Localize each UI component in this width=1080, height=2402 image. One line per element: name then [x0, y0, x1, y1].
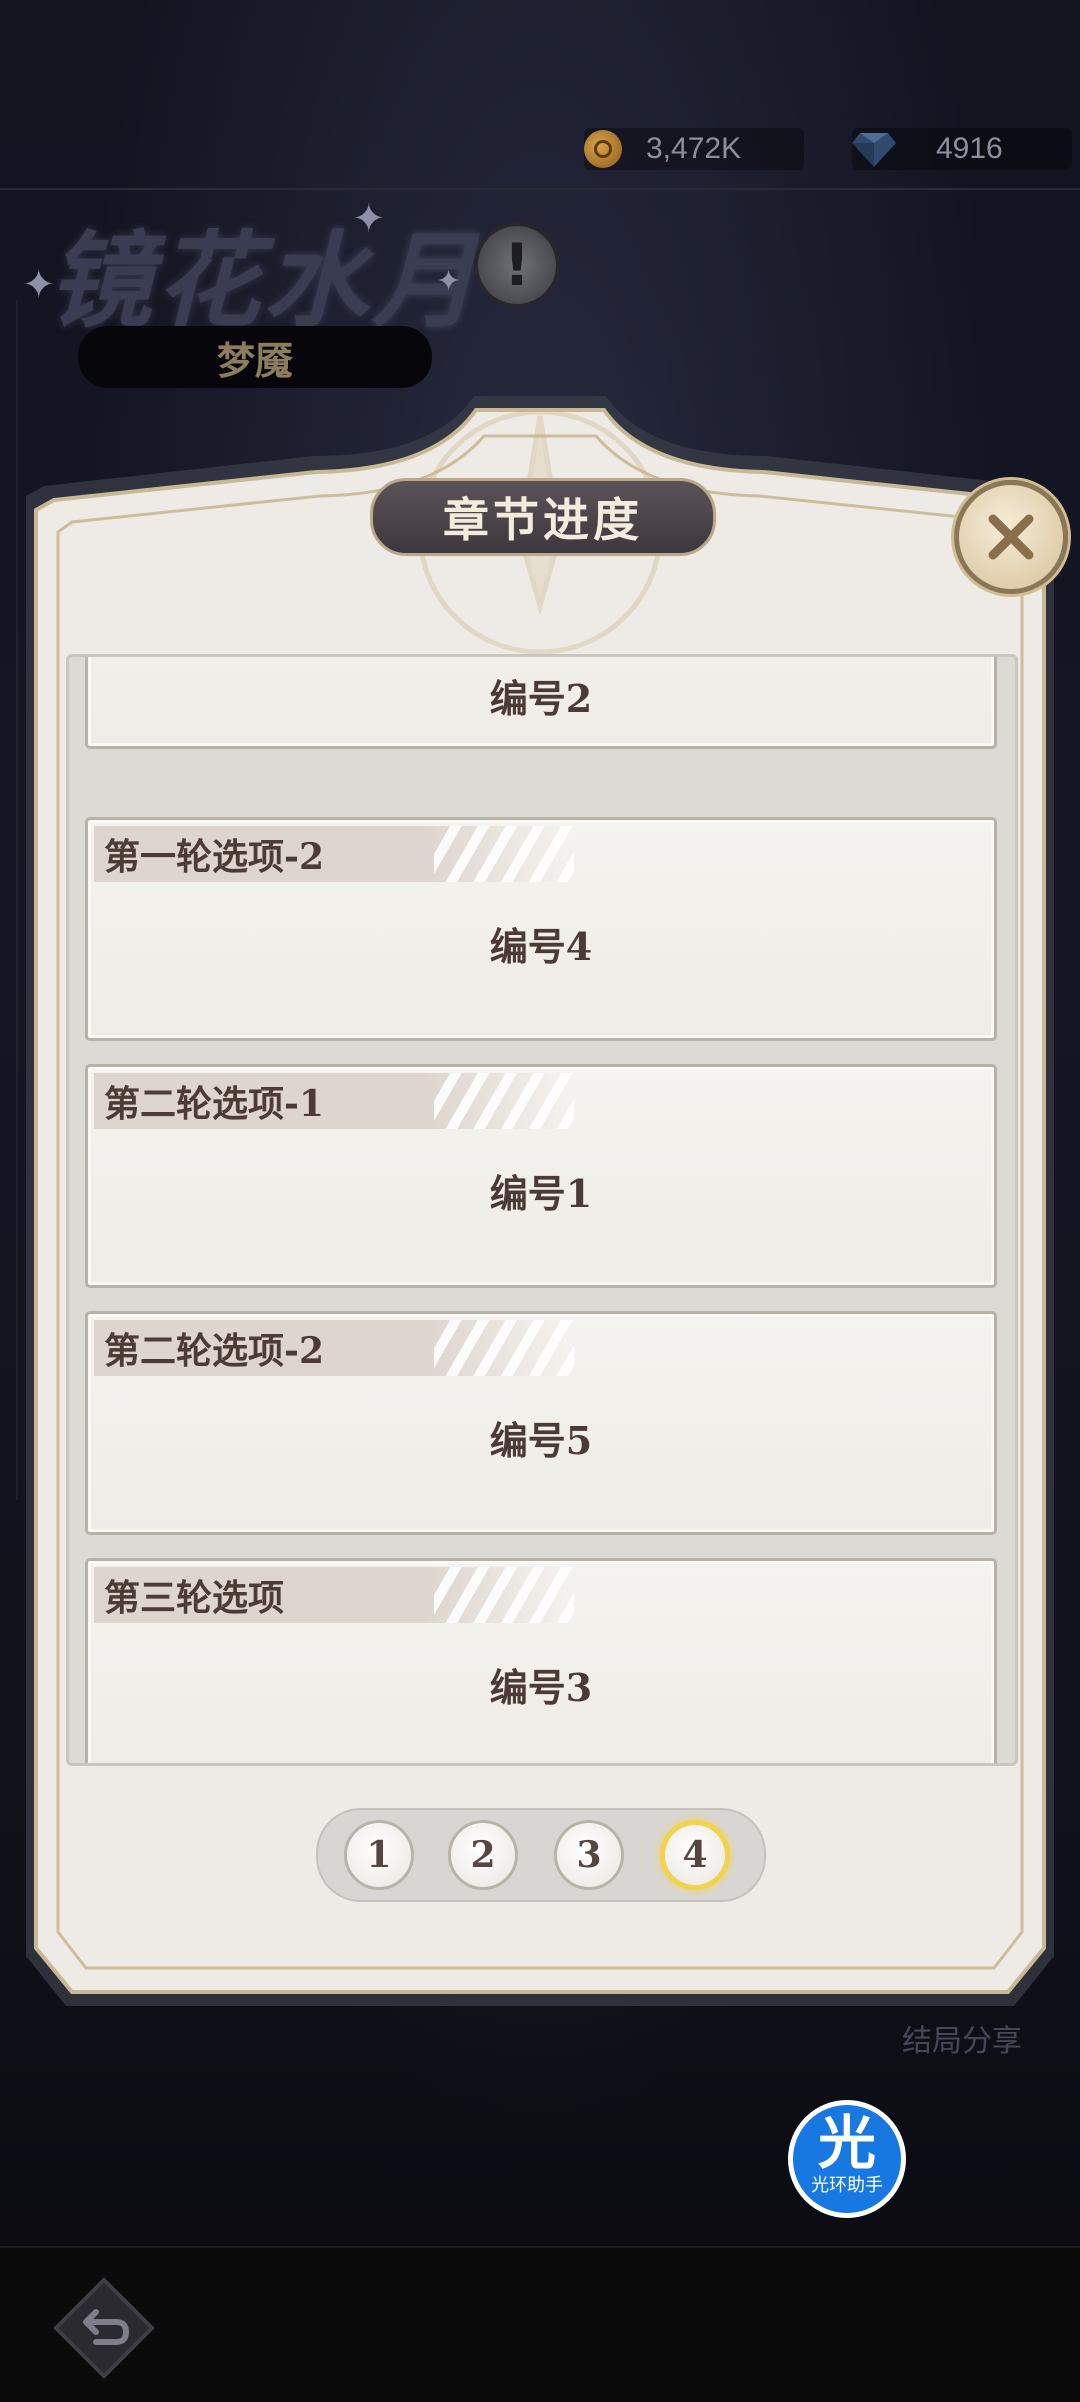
coin-counter[interactable]: 3,472K [584, 128, 804, 170]
sparkle-icon: ✦ [436, 264, 462, 299]
card-value: 编号3 [489, 1665, 593, 1710]
card-tag-label: 第一轮选项-2 [104, 836, 324, 878]
close-button[interactable] [954, 480, 1068, 594]
card-value: 编号5 [489, 1418, 593, 1463]
tag-stripes [434, 1073, 574, 1129]
list-item: 第三轮选项 编号3 [85, 1558, 997, 1763]
card-tag: 第三轮选项 [94, 1567, 574, 1623]
sparkle-icon: ✦ [22, 262, 56, 308]
tag-stripes [434, 1567, 574, 1623]
tag-stripes [434, 826, 574, 882]
card-tag-label: 第二轮选项-2 [104, 1330, 324, 1372]
card-tag-label: 第三轮选项 [104, 1577, 285, 1619]
assistant-icon-glyph: 光 [817, 2109, 876, 2177]
card-tag: 第一轮选项-2 [94, 826, 574, 882]
gold-coin-icon [584, 130, 622, 168]
exclamation-icon[interactable]: ! [474, 222, 560, 308]
list-item: 第二轮选项-2 编号5 [85, 1311, 997, 1535]
list-item: 第二轮选项-1 编号1 [85, 1064, 997, 1288]
blue-diamond-icon [852, 133, 896, 167]
page-button-4[interactable]: 4 [660, 1820, 730, 1890]
page-button-3[interactable]: 3 [554, 1820, 624, 1890]
page-button-2[interactable]: 2 [448, 1820, 518, 1890]
assistant-floating-button[interactable]: 光 光环助手 [788, 2100, 906, 2218]
close-x-icon [988, 514, 1034, 560]
list-item: 编号2 [85, 657, 997, 749]
pagination: 1 2 3 4 [316, 1808, 766, 1902]
chapter-title: 镜花水月 [48, 219, 481, 342]
gem-counter[interactable]: 4916 [852, 128, 1072, 170]
card-tag-label: 第二轮选项-1 [104, 1083, 324, 1125]
modal-title: 章节进度 [370, 478, 716, 556]
gem-value: 4916 [936, 132, 1003, 165]
card-value: 编号4 [489, 924, 593, 969]
list-item: 第一轮选项-2 编号4 [85, 817, 997, 1041]
page-button-1[interactable]: 1 [344, 1820, 414, 1890]
ending-share-button[interactable]: 结局分享 [902, 2016, 1022, 2060]
progress-list[interactable]: 编号2 第一轮选项-2 编号4 第二轮选项-1 编号1 第二轮选项-2 编号5 … [66, 654, 1018, 1766]
back-button[interactable] [52, 2276, 156, 2380]
bottom-bar [0, 2246, 1080, 2402]
card-value: 编号2 [489, 676, 593, 721]
tag-stripes [434, 1320, 574, 1376]
assistant-label: 光环助手 [811, 2175, 883, 2196]
card-tag: 第二轮选项-1 [94, 1073, 574, 1129]
card-value: 编号1 [489, 1171, 593, 1216]
coin-value: 3,472K [646, 132, 742, 165]
card-tag: 第二轮选项-2 [94, 1320, 574, 1376]
sparkle-icon: ✦ [352, 196, 386, 242]
top-divider [0, 188, 1080, 190]
chapter-subtitle: 梦魇 [78, 326, 432, 388]
